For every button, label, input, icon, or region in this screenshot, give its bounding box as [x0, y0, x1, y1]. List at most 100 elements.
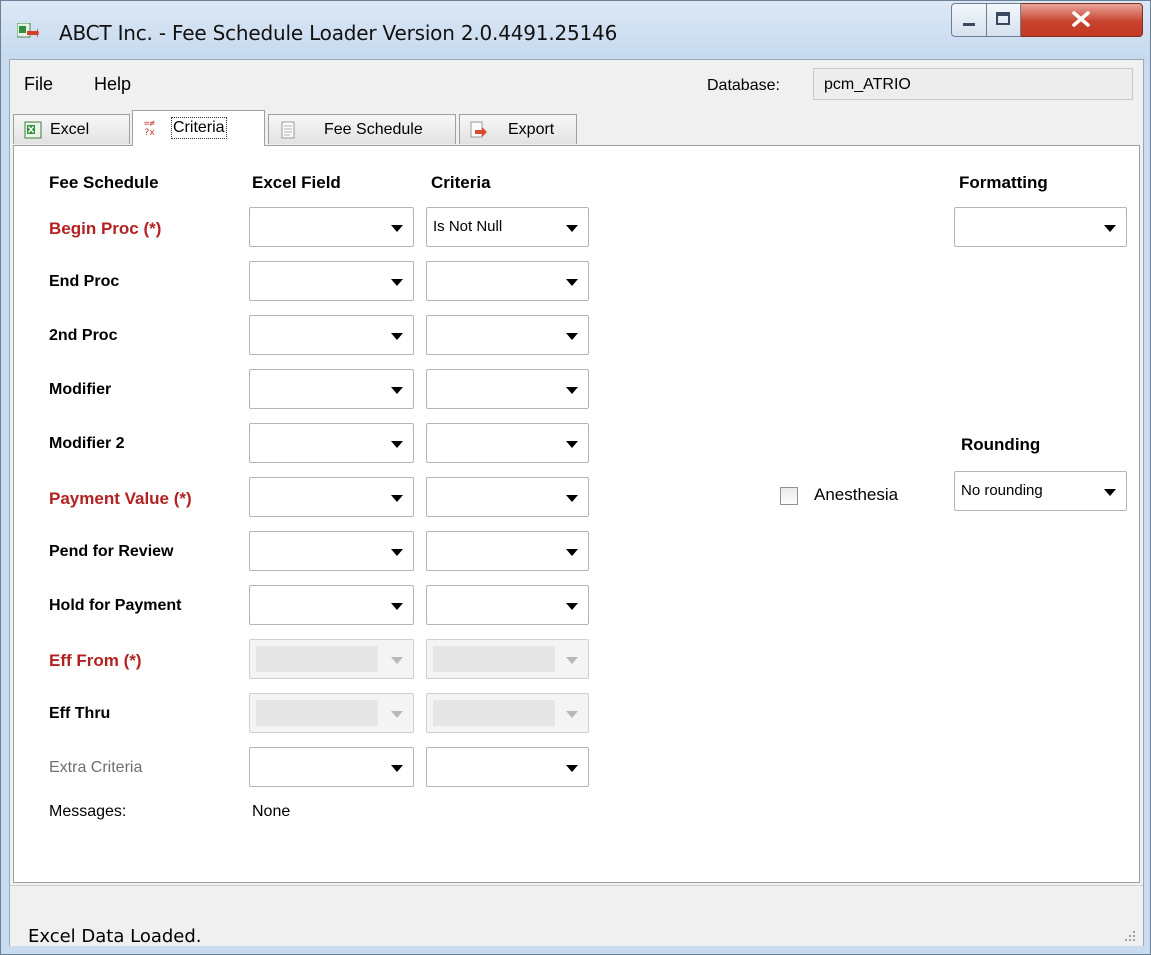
pend-for-review-excel-field-dropdown[interactable] — [249, 531, 414, 571]
eff-from-criteria-dropdown — [426, 639, 589, 679]
eff-from-excel-field-dropdown — [249, 639, 414, 679]
begin-proc-excel-field-dropdown[interactable] — [249, 207, 414, 247]
chevron-down-icon — [391, 225, 403, 232]
database-field: pcm_ATRIO — [813, 68, 1133, 100]
tab-criteria-label: Criteria — [171, 117, 227, 139]
rounding-dropdown[interactable]: No rounding — [954, 471, 1127, 511]
extra-criteria-criteria-dropdown[interactable] — [426, 747, 589, 787]
close-icon — [1072, 11, 1090, 27]
2nd-proc-criteria-dropdown[interactable] — [426, 315, 589, 355]
resize-grip-icon[interactable] — [1122, 928, 1136, 942]
chevron-down-icon — [391, 603, 403, 610]
tab-excel[interactable]: Excel — [13, 114, 130, 144]
header-fee-schedule: Fee Schedule — [49, 173, 159, 192]
maximize-icon — [996, 12, 1010, 25]
end-proc-excel-field-dropdown[interactable] — [249, 261, 414, 301]
excel-icon — [24, 121, 42, 139]
eff-thru-excel-field-dropdown — [249, 693, 414, 733]
payment-value-criteria-dropdown[interactable] — [426, 477, 589, 517]
tab-excel-label: Excel — [50, 121, 90, 138]
criteria-panel: Fee Schedule Excel Field Criteria Format… — [13, 145, 1140, 883]
title-bar[interactable]: ABCT Inc. - Fee Schedule Loader Version … — [1, 1, 1150, 59]
tab-fee-schedule-label: Fee Schedule — [324, 121, 423, 138]
label-hold-for-payment: Hold for Payment — [49, 597, 182, 614]
tab-fee-schedule[interactable]: Fee Schedule — [268, 114, 456, 144]
chevron-down-icon — [566, 549, 578, 556]
svg-text:?x: ?x — [144, 128, 155, 136]
anesthesia-checkbox[interactable] — [780, 487, 798, 505]
chevron-down-icon — [391, 711, 403, 718]
formatting-dropdown[interactable] — [954, 207, 1127, 247]
menu-file[interactable]: File — [24, 74, 53, 95]
export-icon — [470, 121, 487, 138]
chevron-down-icon — [566, 333, 578, 340]
window-title: ABCT Inc. - Fee Schedule Loader Version … — [59, 21, 618, 45]
label-payment-value: Payment Value (*) — [49, 489, 192, 508]
eff-thru-criteria-dropdown — [426, 693, 589, 733]
chevron-down-icon — [566, 279, 578, 286]
header-excel-field: Excel Field — [252, 173, 341, 192]
messages-label: Messages: — [49, 803, 127, 820]
extra-criteria-excel-field-dropdown[interactable] — [249, 747, 414, 787]
label-eff-from: Eff From (*) — [49, 651, 142, 670]
client-area: File Help Database: pcm_ATRIO Excel =≠ ?… — [9, 59, 1144, 947]
chevron-down-icon — [566, 495, 578, 502]
chevron-down-icon — [391, 441, 403, 448]
begin-proc-criteria-dropdown[interactable]: Is Not Null — [426, 207, 589, 247]
minimize-button[interactable] — [951, 3, 987, 37]
chevron-down-icon — [566, 225, 578, 232]
chevron-down-icon — [566, 657, 578, 664]
app-icon — [17, 23, 39, 38]
chevron-down-icon — [391, 279, 403, 286]
modifier-criteria-dropdown[interactable] — [426, 369, 589, 409]
header-rounding: Rounding — [961, 435, 1041, 454]
payment-value-excel-field-dropdown[interactable] — [249, 477, 414, 517]
chevron-down-icon — [391, 387, 403, 394]
label-2nd-proc: 2nd Proc — [49, 327, 118, 344]
modifier-2-excel-field-dropdown[interactable] — [249, 423, 414, 463]
menu-help[interactable]: Help — [94, 74, 131, 95]
modifier-2-criteria-dropdown[interactable] — [426, 423, 589, 463]
chevron-down-icon — [391, 495, 403, 502]
anesthesia-label[interactable]: Anesthesia — [814, 485, 898, 505]
close-button[interactable] — [1021, 3, 1143, 37]
tab-strip: Excel =≠ ?x Criteria Fee Schedule Export — [10, 108, 1143, 146]
label-end-proc: End Proc — [49, 273, 120, 290]
chevron-down-icon — [566, 387, 578, 394]
chevron-down-icon — [391, 657, 403, 664]
header-formatting: Formatting — [959, 173, 1048, 192]
chevron-down-icon — [566, 765, 578, 772]
tab-criteria[interactable]: =≠ ?x Criteria — [132, 110, 265, 146]
chevron-down-icon — [391, 765, 403, 772]
label-extra-criteria: Extra Criteria — [49, 759, 143, 776]
pend-for-review-criteria-dropdown[interactable] — [426, 531, 589, 571]
minimize-icon — [963, 23, 975, 26]
chevron-down-icon — [1104, 225, 1116, 232]
chevron-down-icon — [391, 549, 403, 556]
hold-for-payment-criteria-dropdown[interactable] — [426, 585, 589, 625]
status-text: Excel Data Loaded. — [28, 926, 202, 947]
chevron-down-icon — [391, 333, 403, 340]
chevron-down-icon — [566, 603, 578, 610]
label-pend-for-review: Pend for Review — [49, 543, 174, 560]
2nd-proc-excel-field-dropdown[interactable] — [249, 315, 414, 355]
document-icon — [281, 121, 295, 139]
header-criteria: Criteria — [431, 173, 491, 192]
tab-export[interactable]: Export — [459, 114, 577, 144]
label-begin-proc: Begin Proc (*) — [49, 219, 162, 238]
label-modifier: Modifier — [49, 381, 112, 398]
criteria-icon: =≠ ?x — [144, 119, 155, 136]
maximize-button[interactable] — [987, 3, 1021, 37]
messages-value: None — [252, 803, 291, 820]
database-label: Database: — [707, 77, 780, 94]
menu-bar: File Help Database: pcm_ATRIO — [10, 60, 1143, 108]
hold-for-payment-excel-field-dropdown[interactable] — [249, 585, 414, 625]
chevron-down-icon — [566, 441, 578, 448]
label-modifier-2: Modifier 2 — [49, 435, 125, 452]
label-eff-thru: Eff Thru — [49, 705, 111, 722]
chevron-down-icon — [566, 711, 578, 718]
end-proc-criteria-dropdown[interactable] — [426, 261, 589, 301]
modifier-excel-field-dropdown[interactable] — [249, 369, 414, 409]
app-window: ABCT Inc. - Fee Schedule Loader Version … — [0, 0, 1151, 955]
chevron-down-icon — [1104, 489, 1116, 496]
